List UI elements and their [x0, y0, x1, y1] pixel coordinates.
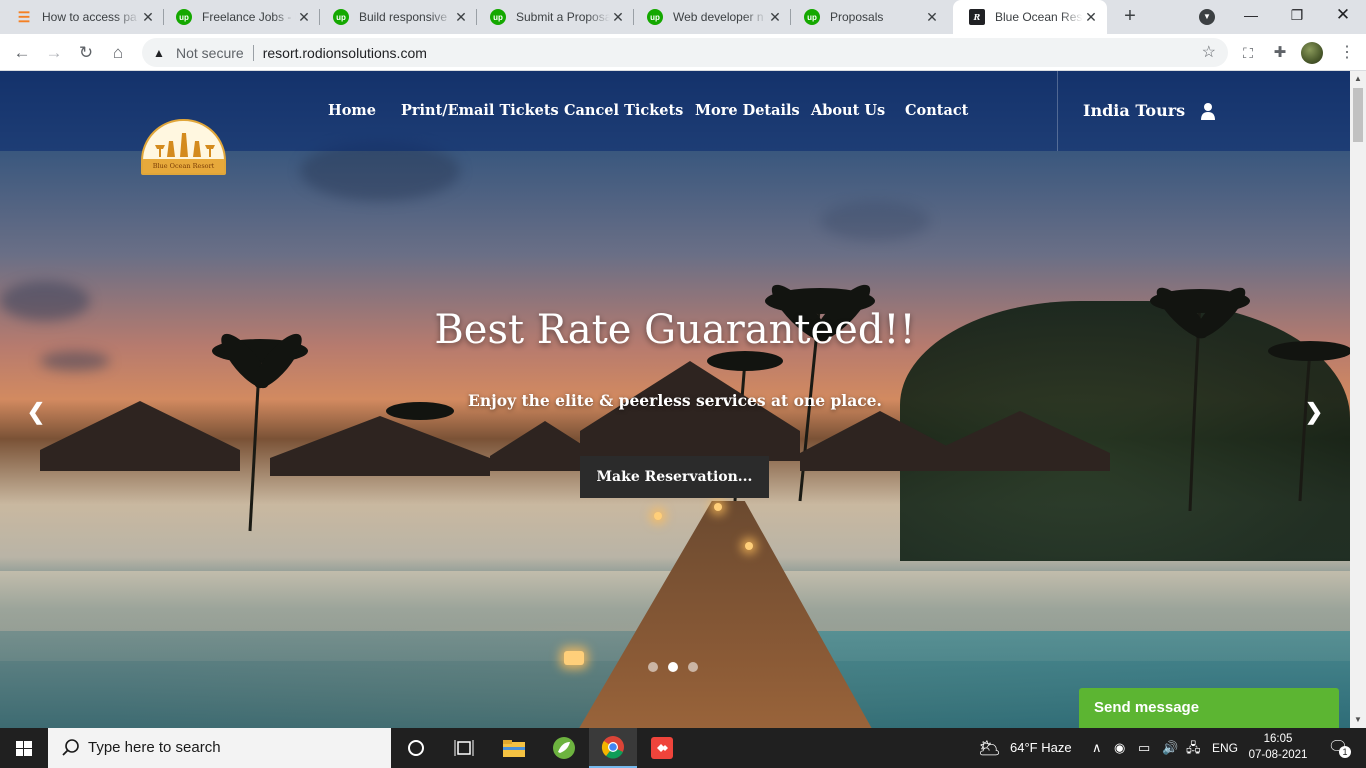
chrome-icon[interactable]: [589, 728, 637, 768]
maximize-icon[interactable]: ❐: [1274, 0, 1320, 34]
spring-tool-icon[interactable]: [540, 728, 588, 768]
file-explorer-icon[interactable]: [490, 728, 538, 768]
scrollbar-thumb[interactable]: [1353, 88, 1363, 142]
warning-icon: ▲: [153, 45, 165, 60]
taskbar-search-box[interactable]: Type here to search: [48, 728, 391, 768]
home-icon[interactable]: ⌂: [105, 40, 131, 66]
send-message-chat-button[interactable]: Send message: [1079, 688, 1339, 728]
tab-title: How to access pa: [42, 10, 137, 24]
browser-toolbar: ← → ↻ ⌂ ▲ Not secure resort.rodionsoluti…: [0, 34, 1366, 71]
slider-dot-active[interactable]: [668, 662, 678, 672]
tab-title: Web developer n: [673, 10, 764, 24]
address-bar[interactable]: ▲ Not secure resort.rodionsolutions.com …: [142, 38, 1228, 67]
browser-tab[interactable]: up Web developer n ✕: [631, 0, 791, 34]
weather-icon[interactable]: 🌥: [978, 728, 1001, 768]
scroll-down-icon[interactable]: ▼: [1350, 712, 1366, 728]
chrome-menu-icon[interactable]: ⋮: [1334, 40, 1360, 66]
anydesk-icon[interactable]: [638, 728, 686, 768]
close-window-icon[interactable]: ✕: [1320, 0, 1366, 34]
language-indicator[interactable]: ENG: [1212, 728, 1238, 768]
browser-tab-active[interactable]: R Blue Ocean Reso ✕: [953, 0, 1107, 34]
new-tab-icon[interactable]: +: [1118, 5, 1142, 29]
show-hidden-icons-icon[interactable]: ∧: [1092, 728, 1102, 768]
profile-avatar[interactable]: [1301, 42, 1323, 64]
slider-next-icon[interactable]: ❯: [1304, 400, 1324, 424]
extensions-puzzle-icon[interactable]: ✚: [1267, 40, 1293, 66]
notification-center-icon[interactable]: 🗨 1: [1323, 728, 1353, 768]
task-view-icon[interactable]: [440, 728, 488, 768]
india-tours-link[interactable]: India Tours: [1083, 101, 1185, 120]
upwork-icon: up: [647, 9, 663, 25]
search-placeholder: Type here to search: [88, 739, 221, 756]
weather-text[interactable]: 64°F Haze: [1010, 728, 1072, 768]
back-icon[interactable]: ←: [9, 40, 35, 66]
notification-badge: 1: [1339, 746, 1351, 758]
reload-icon[interactable]: ↻: [73, 40, 99, 66]
nav-more-details[interactable]: More Details: [695, 102, 800, 119]
nav-contact[interactable]: Contact: [905, 102, 968, 119]
network-icon[interactable]: 🖧: [1186, 728, 1201, 768]
browser-tab-strip: ☰ How to access pa ✕ up Freelance Jobs -…: [0, 0, 1366, 34]
search-icon: [62, 739, 79, 756]
hero-slider: Home Print/Email Tickets Cancel Tickets …: [0, 71, 1350, 728]
tab-title: Build responsive: [359, 10, 448, 24]
forward-icon[interactable]: →: [41, 40, 67, 66]
tab-title: Submit a Proposa: [516, 10, 610, 24]
cortana-icon[interactable]: [392, 728, 440, 768]
nav-print-email-tickets[interactable]: Print/Email Tickets: [401, 102, 559, 119]
upwork-icon: up: [333, 9, 349, 25]
rodion-icon: R: [969, 9, 985, 25]
upwork-icon: up: [490, 9, 506, 25]
make-reservation-button[interactable]: Make Reservation...: [580, 456, 769, 498]
clock-date: 07-08-2021: [1248, 749, 1308, 761]
url-text[interactable]: resort.rodionsolutions.com: [263, 45, 427, 61]
close-tab-icon[interactable]: ✕: [1083, 9, 1099, 25]
page-scrollbar[interactable]: ▲ ▼: [1350, 71, 1366, 728]
hero-subtitle: Enjoy the elite & peerless services at o…: [468, 391, 882, 410]
close-tab-icon[interactable]: ✕: [924, 9, 940, 25]
nav-home[interactable]: Home: [328, 102, 376, 119]
windows-start-icon[interactable]: [0, 728, 48, 768]
tab-title: Proposals: [830, 10, 884, 24]
minimize-icon[interactable]: —: [1228, 0, 1274, 34]
taskbar-clock[interactable]: 16:05 07-08-2021: [1248, 731, 1308, 763]
close-tab-icon[interactable]: ✕: [140, 9, 156, 25]
bookmark-star-icon[interactable]: ☆: [1202, 42, 1216, 62]
nav-about-us[interactable]: About Us: [811, 102, 885, 119]
close-tab-icon[interactable]: ✕: [296, 9, 312, 25]
tab-search-icon[interactable]: ▼: [1199, 9, 1215, 25]
slider-dots: [648, 662, 698, 672]
tab-title: Blue Ocean Reso: [995, 10, 1083, 24]
hero-title: Best Rate Guaranteed!!: [434, 307, 916, 353]
slider-prev-icon[interactable]: ❮: [26, 400, 46, 424]
stackoverflow-icon: ☰: [17, 8, 31, 25]
browser-tab[interactable]: ☰ How to access pa ✕: [0, 0, 164, 34]
browser-tab[interactable]: up Build responsive ✕: [317, 0, 477, 34]
upwork-icon: up: [804, 9, 820, 25]
close-tab-icon[interactable]: ✕: [767, 9, 783, 25]
browser-tab[interactable]: up Proposals ✕: [788, 0, 948, 34]
slider-dot[interactable]: [688, 662, 698, 672]
temple-logo-icon: [155, 133, 215, 157]
security-label: Not secure: [176, 44, 244, 61]
browser-tab[interactable]: up Submit a Proposa ✕: [474, 0, 634, 34]
clock-time: 16:05: [1263, 733, 1293, 745]
tab-title: Freelance Jobs - U: [202, 10, 296, 24]
logo-text: Blue Ocean Resort: [143, 159, 224, 173]
meet-now-icon[interactable]: ◉: [1114, 728, 1125, 768]
browser-tab[interactable]: up Freelance Jobs - U ✕: [160, 0, 320, 34]
battery-icon[interactable]: ▭: [1138, 728, 1150, 768]
close-tab-icon[interactable]: ✕: [453, 9, 469, 25]
slider-dot[interactable]: [648, 662, 658, 672]
close-tab-icon[interactable]: ✕: [610, 9, 626, 25]
scroll-up-icon[interactable]: ▲: [1350, 71, 1366, 87]
windows-taskbar: Type here to search 🌥 64°F Haze ∧ ◉ ▭ 🔊 …: [0, 728, 1366, 768]
volume-icon[interactable]: 🔊: [1162, 728, 1178, 768]
screenshot-extension-icon[interactable]: ⛶: [1235, 40, 1261, 66]
user-icon[interactable]: [1200, 102, 1216, 120]
nav-cancel-tickets[interactable]: Cancel Tickets: [564, 102, 683, 119]
upwork-icon: up: [176, 9, 192, 25]
